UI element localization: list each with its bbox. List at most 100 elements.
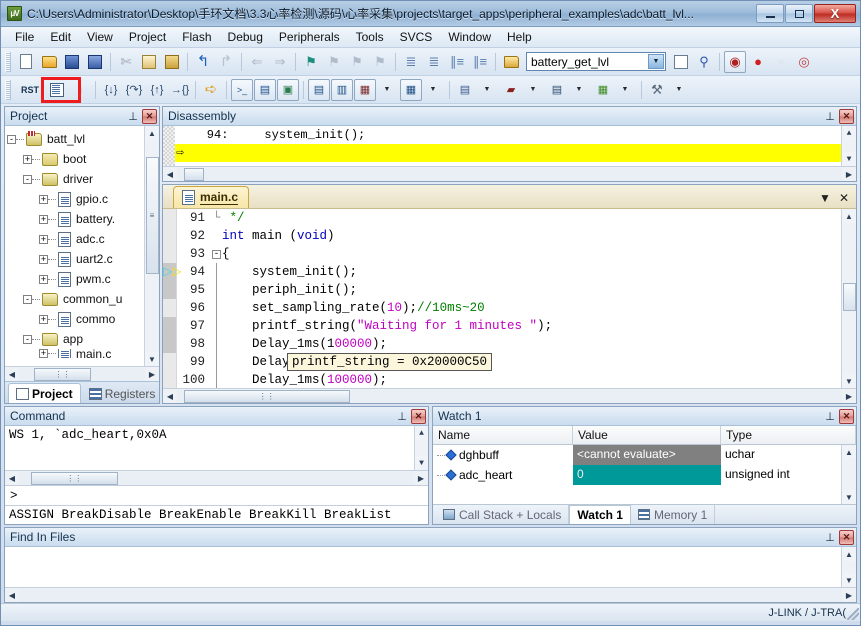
vscroll-track[interactable]	[842, 459, 856, 490]
copy-icon[interactable]	[138, 51, 160, 73]
chevron-down-icon[interactable]: ▼	[819, 191, 831, 205]
menu-project[interactable]: Project	[121, 28, 174, 46]
scroll-right-icon[interactable]: ▶	[842, 589, 856, 602]
close-icon[interactable]: ✕	[142, 108, 157, 124]
comment-icon[interactable]: ∥≡	[446, 51, 468, 73]
toolbar-grip[interactable]	[5, 51, 11, 72]
hscroll-track[interactable]: ⋮⋮	[19, 471, 414, 485]
watch-windows-dropdown-icon[interactable]: ▼	[377, 79, 399, 101]
project-tree-body[interactable]: - batt_lvl + boot - driver + gpio.c + ba…	[5, 126, 144, 366]
system-viewer-icon[interactable]: ▦	[592, 79, 614, 101]
scroll-left-icon[interactable]: ◀	[163, 390, 177, 403]
tree-item-pwm-c[interactable]: + pwm.c	[7, 269, 144, 289]
redo-icon[interactable]: ↱	[215, 51, 237, 73]
menu-file[interactable]: File	[7, 28, 42, 46]
watch-value-cell[interactable]: 0	[573, 465, 721, 485]
table-row[interactable]: dghbuff <cannot evaluate> uchar	[433, 445, 841, 465]
command-window-icon[interactable]: >_	[231, 78, 253, 101]
tree-toggle[interactable]: +	[39, 194, 48, 204]
serial-windows-dropdown-icon[interactable]: ▼	[477, 79, 499, 101]
browse-symbol-icon[interactable]: ⚲	[693, 51, 715, 73]
command-input[interactable]: >	[5, 485, 428, 505]
record-icon[interactable]: ●	[747, 51, 769, 73]
find-vscrollbar[interactable]: ▲ ▼	[841, 547, 856, 587]
vscroll-track[interactable]	[415, 440, 428, 456]
hscroll-track[interactable]: ⋮⋮	[177, 389, 842, 403]
tree-toggle[interactable]: +	[39, 349, 48, 358]
bookmark-prev-icon[interactable]: ⚑	[323, 51, 345, 73]
close-button[interactable]: X	[814, 4, 856, 23]
tree-toggle[interactable]: +	[39, 274, 48, 284]
search-combo[interactable]: battery_get_lvl ▼	[526, 52, 666, 71]
menu-window[interactable]: Window	[440, 28, 499, 46]
memory-windows-icon[interactable]: ▦	[400, 78, 422, 101]
find-text-icon[interactable]	[670, 51, 692, 73]
hscroll-thumb[interactable]: ⋮⋮	[30, 471, 118, 485]
tree-item-battery-c[interactable]: + battery.	[7, 209, 144, 229]
table-row[interactable]: adc_heart 0 unsigned int	[433, 465, 841, 485]
scroll-left-icon[interactable]: ◀	[5, 472, 19, 485]
tree-toggle[interactable]: -	[23, 294, 32, 304]
symbols-window-icon[interactable]: ▣	[277, 78, 299, 101]
toolbox-icon[interactable]: ⚒	[646, 79, 668, 101]
hscroll-track[interactable]: ⋮⋮	[19, 367, 145, 381]
new-file-icon[interactable]	[15, 51, 37, 73]
scroll-up-icon[interactable]: ▲	[415, 426, 428, 440]
toolbar-grip[interactable]	[5, 79, 11, 100]
scroll-up-icon[interactable]: ▲	[843, 126, 856, 140]
tree-item-app[interactable]: - app	[7, 329, 144, 349]
system-viewer-dropdown-icon[interactable]: ▼	[615, 79, 637, 101]
fold-toggle[interactable]: -	[212, 249, 221, 259]
bookmark-next-icon[interactable]: ⚑	[346, 51, 368, 73]
tree-toggle[interactable]: -	[23, 174, 32, 184]
watch-vscrollbar[interactable]: ▲ ▼	[841, 445, 856, 504]
menu-flash[interactable]: Flash	[174, 28, 219, 46]
column-header-value[interactable]: Value	[573, 426, 721, 444]
breakpoint-gutter[interactable]: ▷▷	[163, 209, 181, 388]
vscroll-thumb[interactable]	[842, 283, 856, 311]
configure-target-icon[interactable]: ◉	[724, 50, 746, 73]
analysis-icon[interactable]: ◎	[793, 51, 815, 73]
cut-icon[interactable]: ✄	[115, 51, 137, 73]
tab-watch-1[interactable]: Watch 1	[569, 505, 631, 524]
fold-box[interactable]: └	[211, 209, 222, 227]
uncomment-icon[interactable]: ∥≡	[469, 51, 491, 73]
scroll-up-icon[interactable]: ▲	[146, 126, 159, 140]
watch-table-body[interactable]: dghbuff <cannot evaluate> uchar adc_hear…	[433, 445, 856, 504]
scroll-left-icon[interactable]: ◀	[5, 589, 19, 602]
navigate-back-icon[interactable]: ⇐	[246, 51, 268, 73]
show-disassembly-icon[interactable]	[46, 79, 68, 101]
memory-windows-dropdown-icon[interactable]: ▼	[423, 79, 445, 101]
close-icon[interactable]: ✕	[839, 408, 854, 424]
close-icon[interactable]: ✕	[411, 408, 426, 424]
maximize-button[interactable]	[785, 4, 813, 23]
menu-tools[interactable]: Tools	[348, 28, 392, 46]
disassembly-window-icon[interactable]: ▤	[254, 78, 276, 101]
show-next-statement-icon[interactable]: ➪	[200, 79, 222, 101]
tab-memory-1[interactable]: Memory 1	[631, 505, 716, 524]
tree-toggle[interactable]: +	[23, 154, 32, 164]
vscroll-thumb[interactable]: ≡	[145, 156, 159, 274]
scroll-down-icon[interactable]: ▼	[146, 352, 159, 366]
tree-item-commo[interactable]: + commo	[7, 309, 144, 329]
scroll-down-icon[interactable]: ▼	[843, 490, 856, 504]
toolbox-dropdown-icon[interactable]: ▼	[669, 79, 691, 101]
paste-icon[interactable]	[161, 51, 183, 73]
disassembly-hscrollbar[interactable]: ◀ ▶	[163, 166, 856, 181]
tab-project[interactable]: Project	[8, 383, 81, 403]
close-icon[interactable]: ✕	[839, 529, 854, 545]
menu-help[interactable]: Help	[499, 28, 540, 46]
scroll-up-icon[interactable]: ▲	[843, 547, 856, 561]
vscroll-track[interactable]	[842, 561, 856, 573]
tree-toggle[interactable]: +	[39, 234, 48, 244]
tab-main-c[interactable]: main.c	[173, 186, 250, 208]
pin-icon[interactable]: ⊥	[395, 409, 409, 424]
menu-svcs[interactable]: SVCS	[392, 28, 441, 46]
scroll-right-icon[interactable]: ▶	[145, 368, 159, 381]
column-header-type[interactable]: Type	[721, 426, 856, 444]
scroll-up-icon[interactable]: ▲	[843, 209, 856, 223]
registers-window-icon[interactable]: ▤	[308, 78, 330, 101]
disassembly-body[interactable]: 94: system_init(); ⇨ 0x20000E2E F7FFFFDE…	[163, 126, 856, 166]
close-icon[interactable]: ✕	[839, 108, 854, 124]
pin-icon[interactable]: ⊥	[823, 109, 837, 124]
